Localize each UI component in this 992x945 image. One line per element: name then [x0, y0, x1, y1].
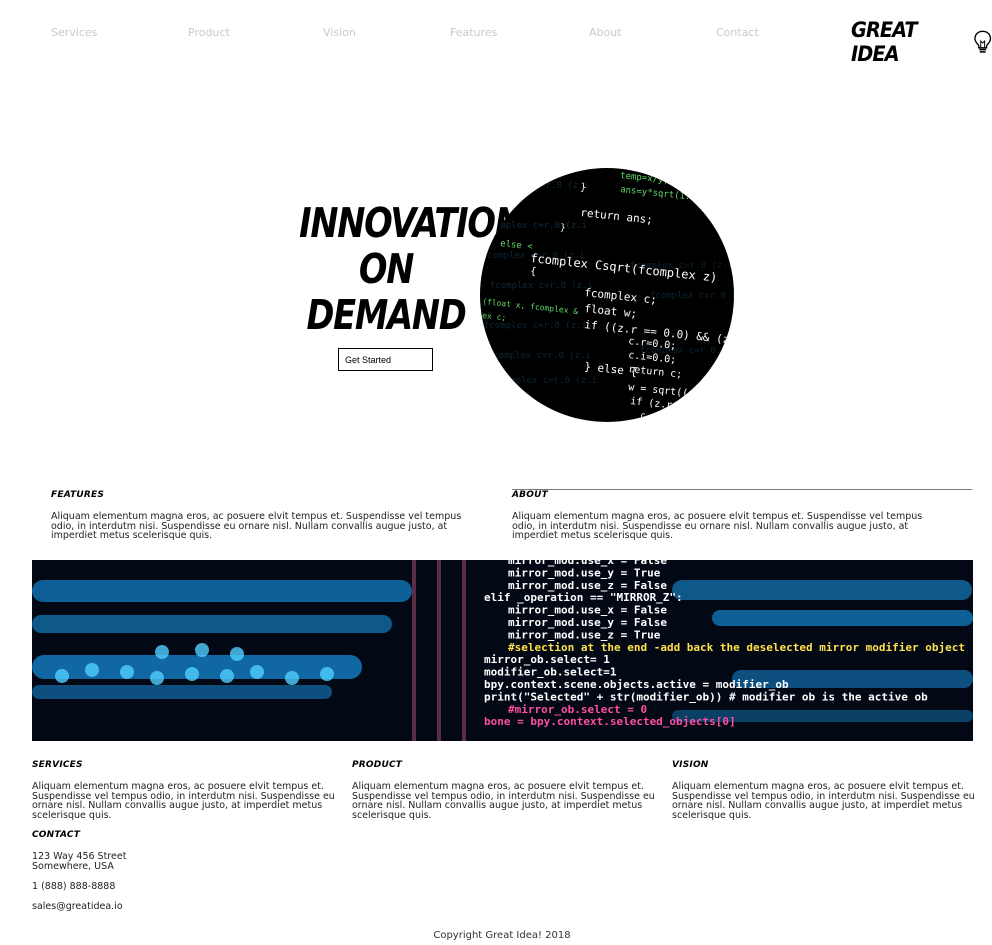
- bokeh-stripe: [32, 685, 332, 699]
- code-line: }: [580, 182, 587, 194]
- nav-link-features[interactable]: Features: [450, 26, 497, 39]
- contact-address-line2: Somewhere, USA: [32, 861, 114, 872]
- code-glyphs: fcomplex c=r.0 (z.i: [488, 351, 591, 361]
- hero-title-line: ON: [358, 245, 414, 293]
- contact-heading: CONTACT: [32, 830, 81, 840]
- code-line: bpy.context.scene.objects.active = modif…: [484, 678, 789, 691]
- code-line: {: [530, 266, 537, 278]
- section-divider: [512, 489, 972, 490]
- code-line: print("Selected" + str(modifier_ob)) # m…: [484, 690, 928, 703]
- bokeh-dot: [150, 671, 164, 685]
- code-line: mirror_ob.select= 1: [484, 653, 610, 666]
- lightbulb-icon: [973, 30, 991, 53]
- bokeh-stripe: [672, 580, 972, 600]
- code-line: mirror_mod.use_z = False: [508, 579, 667, 592]
- top-navigation: Services Product Vision Features About C…: [0, 0, 992, 66]
- services-heading: SERVICES: [32, 760, 83, 770]
- code-line: temp=x/y;: [620, 171, 670, 186]
- code-line: mirror_mod.use_y = False: [508, 616, 667, 629]
- hero-title: INNOVATION ON DEMAND: [280, 199, 523, 339]
- code-line: }: [560, 223, 566, 234]
- code-glyphs: fcomplex c=r.0 (z.i: [650, 291, 734, 301]
- bokeh-stripe: [32, 580, 412, 602]
- features-text: Aliquam elementum magna eros, ac posuere…: [51, 511, 462, 541]
- bokeh-dot: [230, 647, 244, 661]
- banner-code-illustration: mirror_mod.use_x = Falsemirror_mod.use_y…: [32, 560, 973, 741]
- bokeh-dot: [185, 667, 199, 681]
- bokeh-dot: [285, 671, 299, 685]
- bokeh-dot: [55, 669, 69, 683]
- nav-link-services[interactable]: Services: [51, 26, 97, 39]
- get-started-button[interactable]: Get Started: [338, 348, 433, 371]
- code-line: mirror_mod.use_y = True: [508, 566, 661, 579]
- code-glyphs: fcomplex c=r.0 (z.i: [494, 376, 597, 386]
- code-line: #mirror_ob.select = 0: [508, 703, 647, 716]
- code-line: bone = bpy.context.selected_objects[0]: [484, 715, 736, 728]
- nav-link-contact[interactable]: Contact: [716, 26, 759, 39]
- nav-link-product[interactable]: Product: [188, 26, 230, 39]
- code-line: #selection at the end -add back the dese…: [508, 641, 965, 654]
- hero-title-line: DEMAND: [306, 291, 466, 339]
- code-line: mirror_mod.use_z = True: [508, 628, 661, 641]
- code-line: modifier_ob.select=1: [484, 666, 617, 679]
- about-heading: ABOUT: [512, 490, 548, 500]
- light-streak: [412, 560, 416, 741]
- contact-phone[interactable]: 1 (888) 888-8888: [32, 882, 115, 892]
- code-glyphs: fcomplex c=r.0 (z.i: [490, 281, 593, 291]
- bokeh-dot: [320, 667, 334, 681]
- bokeh-dot: [220, 669, 234, 683]
- footer-copyright: Copyright Great Idea! 2018: [433, 930, 571, 941]
- vision-heading: VISION: [672, 760, 709, 770]
- contact-email-link[interactable]: sales@greatidea.io: [32, 902, 123, 912]
- about-text: Aliquam elementum magna eros, ac posuere…: [512, 511, 923, 541]
- code-line: float w;: [584, 302, 638, 320]
- bokeh-stripe: [32, 615, 392, 633]
- code-line: c.r=: [640, 411, 663, 422]
- light-streak: [437, 560, 441, 741]
- bokeh-dot: [85, 663, 99, 677]
- code-banner-image: mirror_mod.use_x = False mirror_mod.use_y…: [32, 560, 973, 741]
- code-line: mirror_mod.use_x = False: [508, 604, 667, 617]
- logo-wordmark: GREAT IDEA: [851, 18, 918, 66]
- code-line: ans=y*sqrt(1.0+temp: [620, 185, 723, 206]
- hero-title-line: INNOVATION: [299, 199, 523, 247]
- code-line: fcomplex Csqrt(fcomplex z): [530, 251, 718, 285]
- site-logo[interactable]: GREAT IDEA: [851, 18, 992, 66]
- code-illustration: fcomplex c=r.0 (z.ifcomplex c=r.0 (z.ifc…: [482, 171, 734, 422]
- nav-link-about[interactable]: About: [589, 26, 622, 39]
- vision-text: Aliquam elementum magna eros, ac posuere…: [672, 781, 975, 821]
- bokeh-dot: [250, 665, 264, 679]
- code-glyphs: fcomplex c=r.0 (z.i: [486, 181, 589, 191]
- code-line: return ans;: [580, 206, 654, 227]
- code-line: elif _operation == "MIRROR_Z":: [484, 591, 683, 604]
- bokeh-dot: [195, 643, 209, 657]
- features-heading: FEATURES: [51, 490, 105, 500]
- product-text: Aliquam elementum magna eros, ac posuere…: [352, 781, 655, 821]
- hero-code-image: fcomplex c=r.0 (z.i fcomplex c=r.0 (z.i fc…: [480, 168, 734, 422]
- code-glyphs: fcomplex c=r.0 (z.i: [484, 321, 587, 331]
- bokeh-dot: [155, 645, 169, 659]
- nav-link-vision[interactable]: Vision: [323, 26, 356, 39]
- services-text: Aliquam elementum magna eros, ac posuere…: [32, 781, 335, 821]
- product-heading: PRODUCT: [352, 760, 403, 770]
- bokeh-stripe: [712, 610, 973, 626]
- bokeh-dot: [120, 665, 134, 679]
- light-streak: [462, 560, 466, 741]
